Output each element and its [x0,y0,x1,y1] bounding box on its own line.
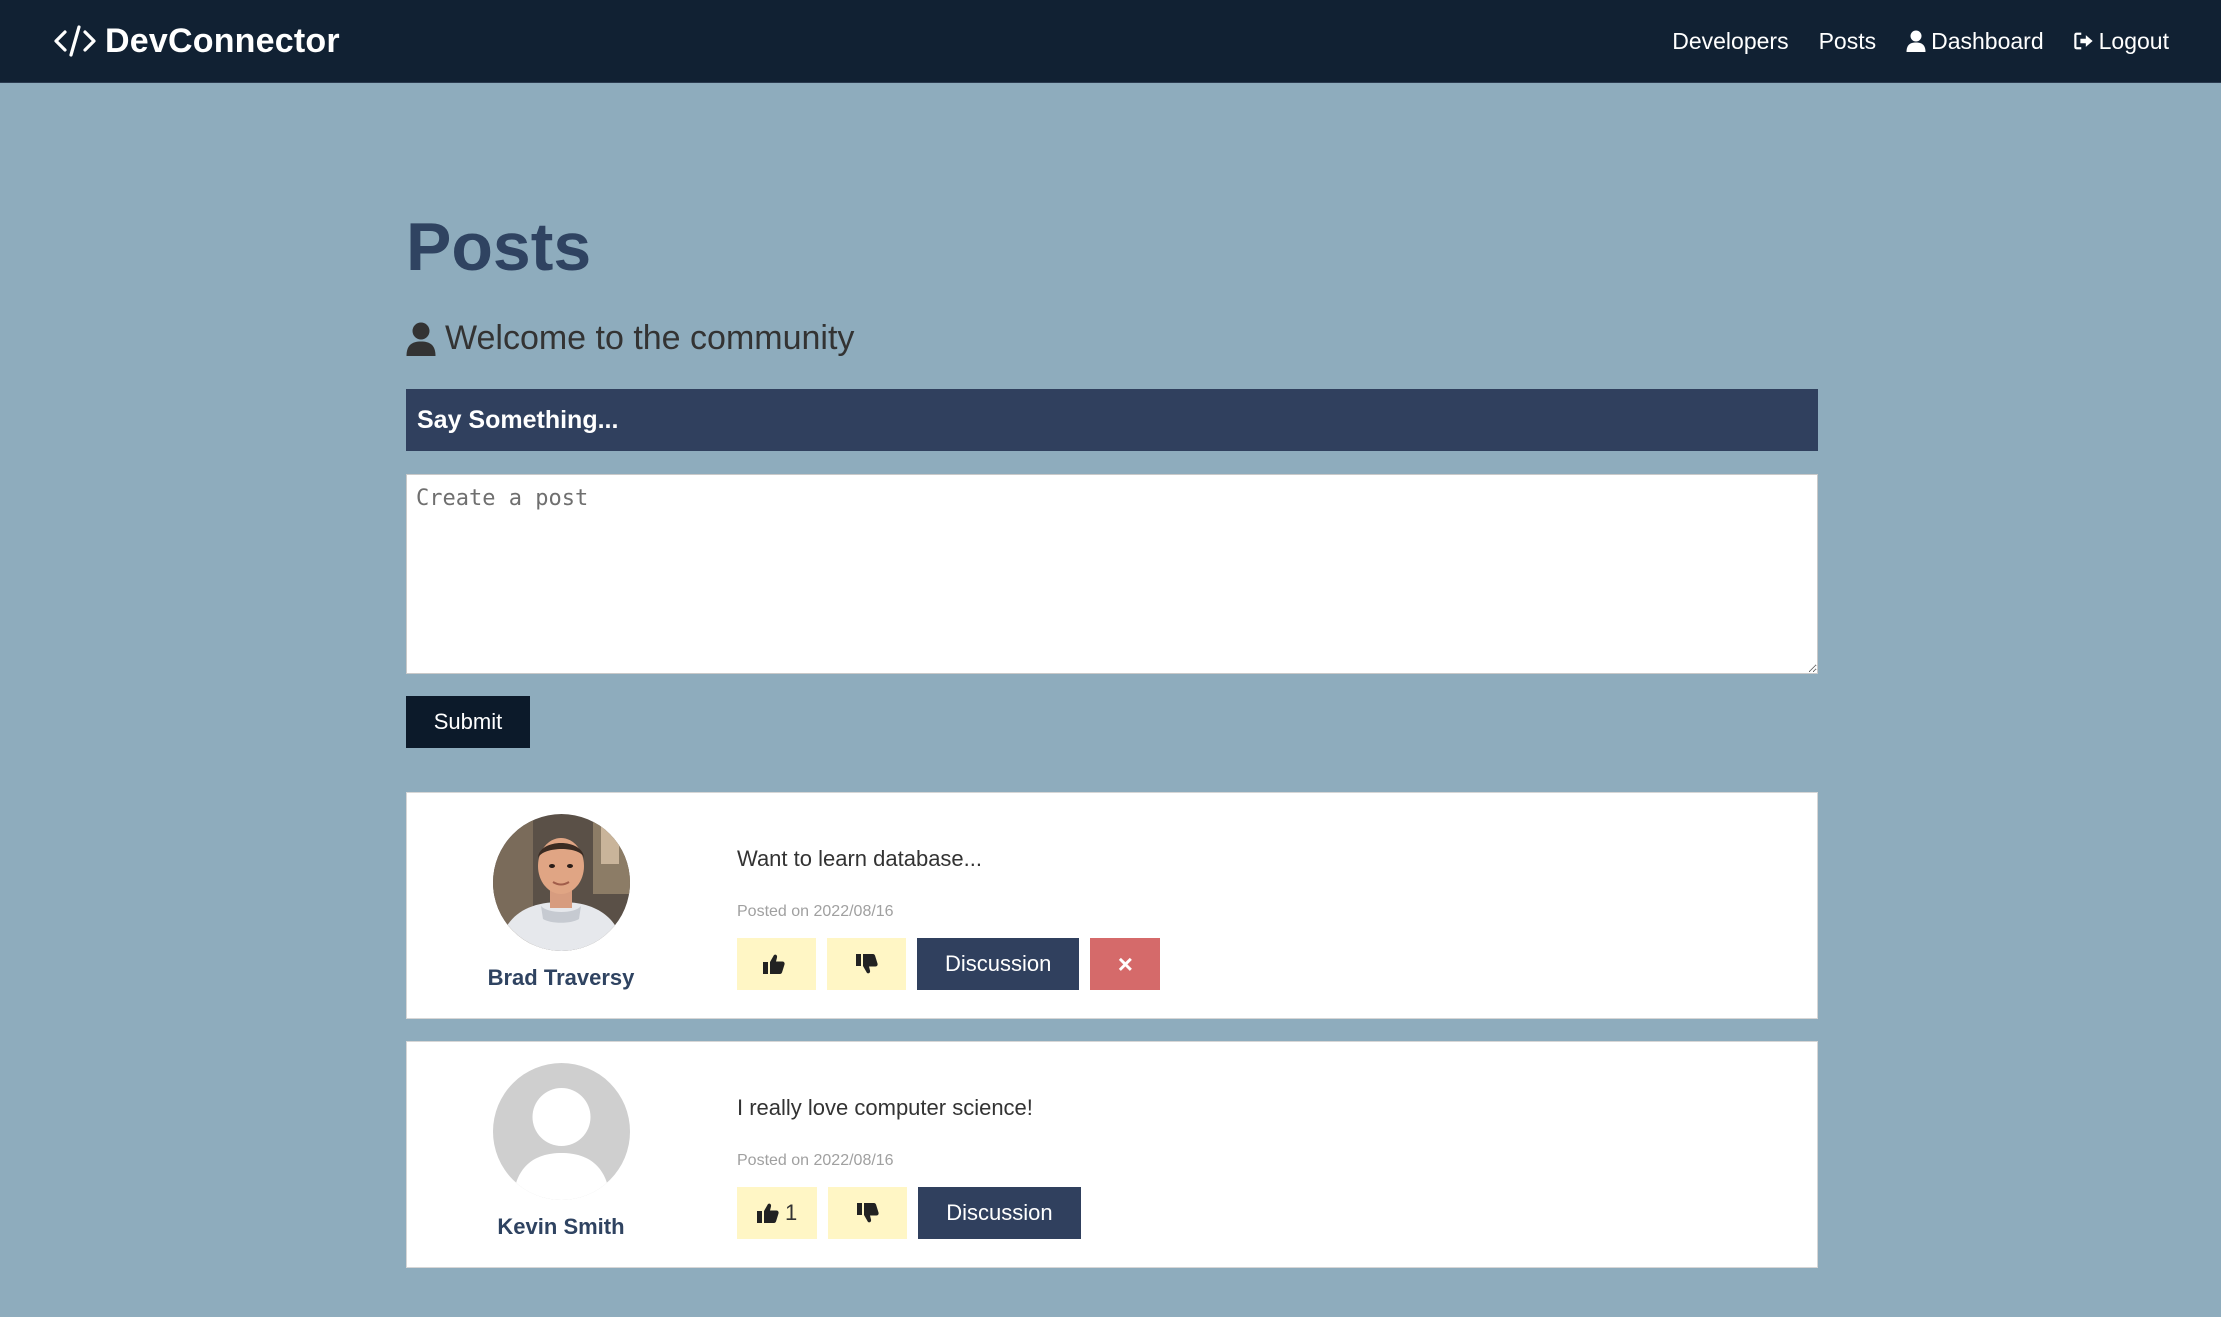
author-name: Kevin Smith [497,1214,625,1239]
create-post-textarea[interactable] [406,474,1818,674]
thumbs-down-icon [855,954,878,974]
thumbs-up-icon [757,1203,779,1223]
page-title: Posts [406,209,592,285]
post-item: Kevin Smith I really love computer scien… [406,1041,1818,1268]
nav-link-logout[interactable]: Logout [2073,27,2169,55]
delete-post-button[interactable]: × [1090,938,1161,990]
submit-button[interactable]: Submit [406,696,530,748]
post-date: Posted on 2022/08/16 [737,1152,894,1169]
like-button[interactable]: 1 [737,1187,818,1239]
code-icon [54,25,96,57]
post-actions: 1 Discussion [737,1187,1092,1239]
discussion-button[interactable]: Discussion [917,938,1080,990]
user-icon [406,322,436,356]
default-avatar-icon [492,1063,630,1200]
page-lead: Welcome to the community [406,319,854,358]
nav-link-posts[interactable]: Posts [1819,28,1877,55]
post-text: Want to learn database... [737,846,982,871]
post-form-header-text: Say Something... [417,405,619,434]
brand-name: DevConnector [105,21,340,60]
post-actions: Discussion × [737,938,1171,990]
brand-link[interactable]: DevConnector [53,22,340,61]
user-icon [1906,30,1926,52]
avatar [492,1063,630,1200]
thumbs-up-icon [762,954,785,974]
post-author[interactable]: Kevin Smith [407,1042,715,1267]
nav-link-developers-label: Developers [1672,27,1789,54]
post-text: I really love computer science! [737,1095,1033,1120]
nav-link-dashboard[interactable]: Dashboard [1906,28,2044,55]
post-form-header: Say Something... [406,389,1818,451]
navbar: DevConnector Developers Posts Dashboard … [0,0,2221,83]
avatar [492,814,630,951]
nav-links: Developers Posts Dashboard Logout [1642,28,2169,55]
post-date: Posted on 2022/08/16 [737,903,894,920]
unlike-button[interactable] [828,1187,908,1239]
author-name: Brad Traversy [487,965,635,990]
post-item: Brad Traversy Want to learn database... … [406,792,1818,1019]
like-button[interactable] [737,938,816,990]
nav-link-logout-label: Logout [2098,27,2169,54]
nav-link-dashboard-label: Dashboard [1931,27,2044,54]
post-author[interactable]: Brad Traversy [407,793,715,1018]
thumbs-down-icon [856,1203,879,1223]
like-count: 1 [785,1200,798,1225]
nav-link-posts-label: Posts [1818,27,1877,54]
sign-out-icon [2073,32,2093,50]
nav-link-developers[interactable]: Developers [1672,28,1788,55]
author-photo [492,814,630,951]
discussion-button[interactable]: Discussion [918,1187,1081,1239]
unlike-button[interactable] [827,938,906,990]
page-lead-text: Welcome to the community [445,319,855,357]
